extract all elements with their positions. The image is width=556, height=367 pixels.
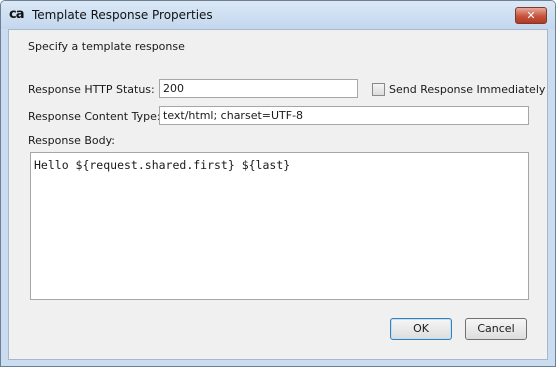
status-input[interactable]: 200 (159, 79, 358, 98)
title-bar[interactable]: ca Template Response Properties ✕ (1, 1, 555, 29)
body-label: Response Body: (28, 134, 116, 147)
send-immediately-checkbox[interactable] (372, 83, 385, 96)
ca-logo-icon: ca (9, 7, 25, 22)
dialog-content: Specify a template response Response HTT… (8, 29, 548, 360)
status-label: Response HTTP Status: (28, 83, 155, 96)
cancel-button[interactable]: Cancel (465, 318, 527, 340)
ok-button[interactable]: OK (390, 318, 452, 340)
content-type-input[interactable]: text/html; charset=UTF-8 (159, 106, 529, 125)
dialog-window: ca Template Response Properties ✕ Specif… (0, 0, 556, 367)
content-type-label: Response Content Type: (28, 110, 161, 123)
send-immediately-label[interactable]: Send Response Immediately (389, 83, 545, 96)
close-button[interactable]: ✕ (515, 7, 547, 24)
window-title: Template Response Properties (32, 8, 213, 22)
close-icon: ✕ (526, 9, 536, 22)
response-body-textarea[interactable]: Hello ${request.shared.first} ${last} (30, 152, 529, 300)
dialog-subtitle: Specify a template response (28, 40, 185, 53)
